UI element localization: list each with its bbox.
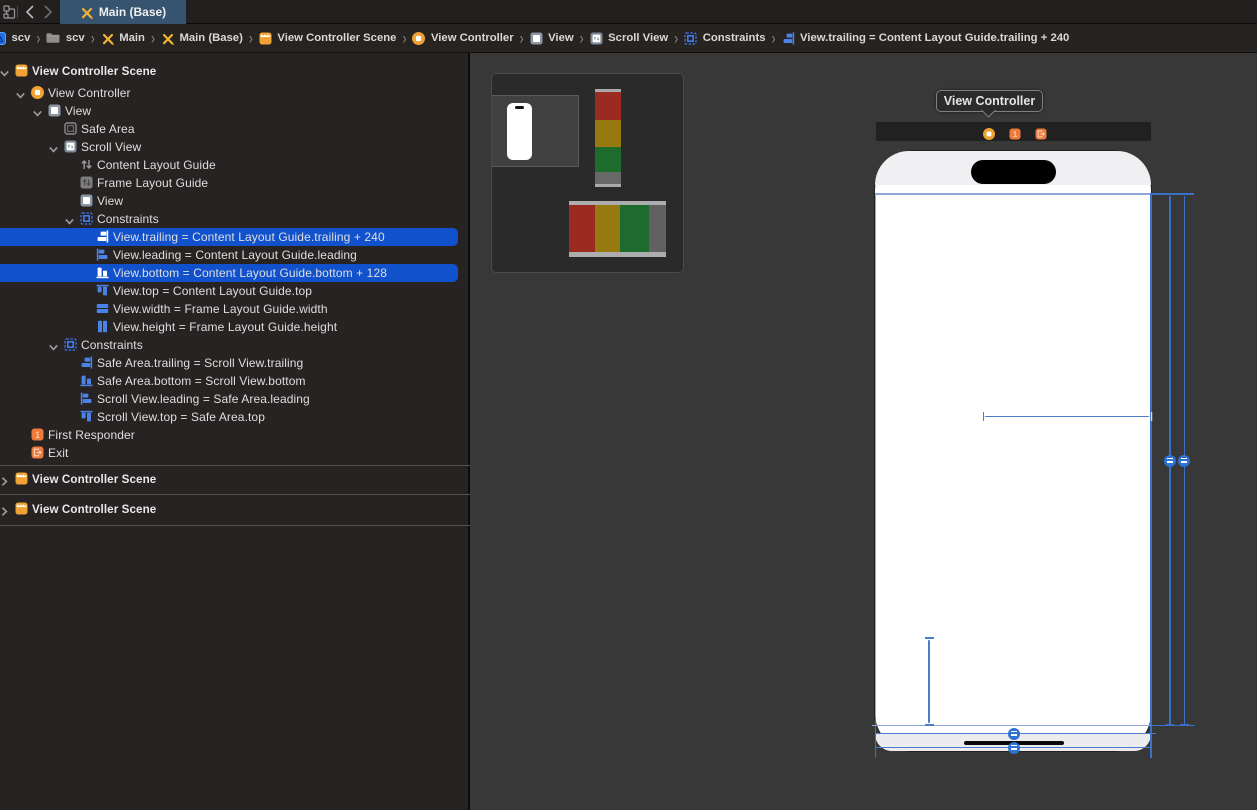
svg-text:1: 1 xyxy=(1013,129,1018,139)
svg-text:1: 1 xyxy=(35,430,40,440)
